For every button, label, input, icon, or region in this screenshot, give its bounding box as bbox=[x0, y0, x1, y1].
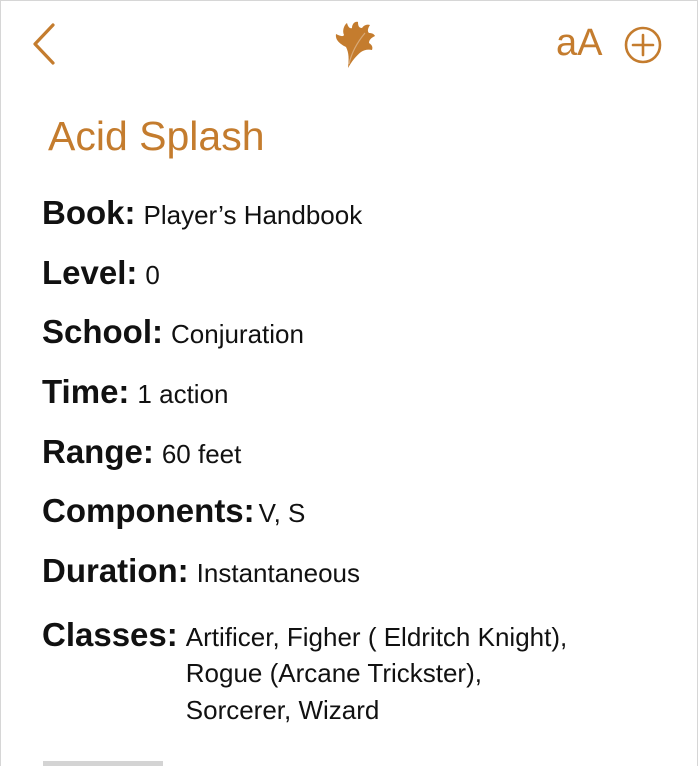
field-time: Time: 1 action bbox=[42, 370, 682, 430]
spell-detail-screen: aA Acid Splash Book: Player’s Handbook L… bbox=[0, 0, 698, 766]
field-label: Time: bbox=[42, 373, 130, 411]
text-size-button[interactable]: aA bbox=[556, 21, 602, 65]
field-book: Book: Player’s Handbook bbox=[42, 191, 682, 251]
field-duration: Duration: Instantaneous bbox=[42, 549, 682, 609]
field-value: 1 action bbox=[137, 379, 229, 410]
field-school: School: Conjuration bbox=[42, 310, 682, 370]
field-classes: Classes: Artificer, Figher ( Eldritch Kn… bbox=[42, 609, 682, 729]
field-value: Instantaneous bbox=[196, 558, 361, 589]
field-label: Level: bbox=[42, 253, 138, 291]
field-value: V, S bbox=[258, 498, 306, 529]
field-label: School: bbox=[42, 313, 163, 351]
spell-title: Acid Splash bbox=[48, 113, 265, 159]
field-label: Duration: bbox=[42, 552, 189, 590]
leaf-icon bbox=[335, 21, 375, 69]
text-size-label: aA bbox=[556, 22, 603, 64]
field-label: Range: bbox=[42, 432, 154, 470]
bottom-divider bbox=[43, 761, 163, 766]
classes-list: Artificer, Figher ( Eldritch Knight), Ro… bbox=[186, 609, 567, 729]
spell-fields: Book: Player’s Handbook Level: 0 School:… bbox=[42, 191, 682, 728]
classes-line: Sorcerer, Wizard bbox=[185, 694, 380, 725]
field-value: 60 feet bbox=[161, 438, 242, 469]
navigation-bar: aA bbox=[1, 1, 697, 91]
field-components: Components: V, S bbox=[42, 489, 682, 549]
chevron-left-icon[interactable] bbox=[29, 21, 59, 67]
field-value: 0 bbox=[145, 259, 160, 290]
field-value: Conjuration bbox=[171, 319, 304, 350]
field-level: Level: 0 bbox=[42, 251, 682, 311]
classes-line: Artificer, Figher ( Eldritch Knight), bbox=[185, 621, 568, 652]
field-label: Classes: bbox=[42, 615, 178, 653]
plus-circle-icon[interactable] bbox=[623, 25, 663, 65]
field-value: Player’s Handbook bbox=[143, 200, 363, 230]
field-label: Book: bbox=[42, 194, 136, 231]
field-range: Range: 60 feet bbox=[42, 430, 682, 490]
classes-line: Rogue (Arcane Trickster), bbox=[185, 658, 482, 689]
field-label: Components: bbox=[42, 492, 255, 530]
